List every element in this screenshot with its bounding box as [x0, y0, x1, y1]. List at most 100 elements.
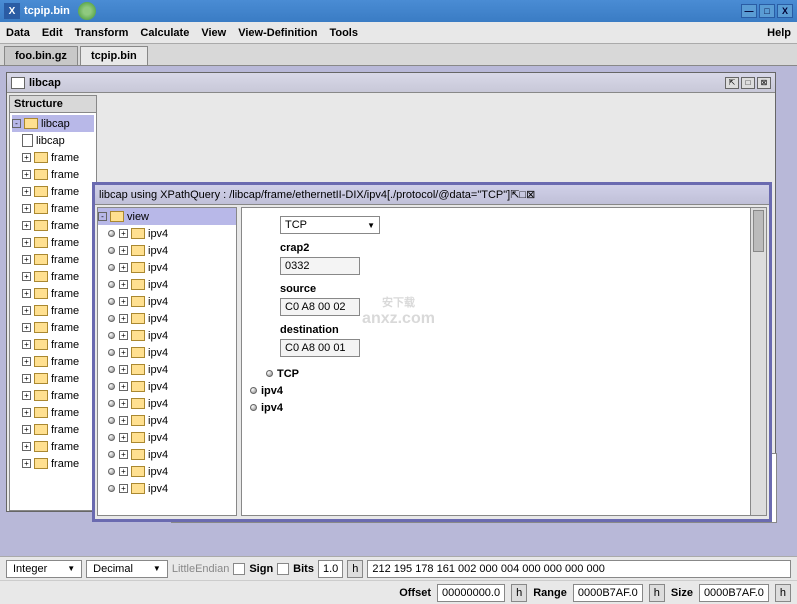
tree-frame-row[interactable]: +frame [12, 353, 94, 370]
tree-frame-row[interactable]: +frame [12, 455, 94, 472]
tree-frame-row[interactable]: +frame [12, 319, 94, 336]
tab-tcpip[interactable]: tcpip.bin [80, 46, 148, 65]
expand-toggle[interactable]: + [22, 459, 31, 468]
xpath-tree-ipv4-row[interactable]: +ipv4 [98, 446, 236, 463]
expand-toggle[interactable]: + [22, 204, 31, 213]
tree-frame-row[interactable]: +frame [12, 438, 94, 455]
format-combo[interactable]: Decimal ▼ [86, 560, 168, 578]
xpath-tree-ipv4-row[interactable]: +ipv4 [98, 242, 236, 259]
crap2-value[interactable]: 0332 [280, 257, 360, 275]
tree-frame-row[interactable]: +frame [12, 234, 94, 251]
expand-toggle[interactable]: + [119, 297, 128, 306]
libcap-titlebar[interactable]: libcap ⇱ □ ⊠ [7, 73, 775, 93]
close-inner-button[interactable]: ⊠ [526, 188, 535, 201]
tree-frame-row[interactable]: +frame [12, 217, 94, 234]
xpath-tree-ipv4-row[interactable]: +ipv4 [98, 293, 236, 310]
xpath-node-ipv4-a[interactable]: ipv4 [250, 382, 758, 399]
sign-checkbox[interactable] [277, 563, 289, 575]
expand-toggle[interactable]: + [22, 408, 31, 417]
xpath-tree-ipv4-row[interactable]: +ipv4 [98, 378, 236, 395]
expand-toggle[interactable]: + [22, 289, 31, 298]
tree-doc-libcap[interactable]: libcap [12, 132, 94, 149]
xpath-tree-ipv4-row[interactable]: +ipv4 [98, 276, 236, 293]
tree-frame-row[interactable]: +frame [12, 336, 94, 353]
menu-transform[interactable]: Transform [75, 27, 129, 39]
expand-toggle[interactable]: + [119, 331, 128, 340]
bits-input[interactable]: 1.0 [318, 560, 343, 578]
xpath-tree-ipv4-row[interactable]: +ipv4 [98, 412, 236, 429]
tree-root-libcap[interactable]: - libcap [12, 115, 94, 132]
menu-data[interactable]: Data [6, 27, 30, 39]
xpath-tree-ipv4-row[interactable]: +ipv4 [98, 395, 236, 412]
offset-input[interactable]: 00000000.0 [437, 584, 505, 602]
expand-toggle[interactable]: + [22, 391, 31, 400]
iconify-button[interactable]: ⇱ [510, 188, 519, 201]
size-input[interactable]: 0000B7AF.0 [699, 584, 769, 602]
xpath-tree-ipv4-row[interactable]: +ipv4 [98, 327, 236, 344]
minimize-button[interactable]: — [741, 4, 757, 18]
expand-toggle[interactable]: + [119, 484, 128, 493]
tab-foo[interactable]: foo.bin.gz [4, 46, 78, 65]
tree-frame-row[interactable]: +frame [12, 183, 94, 200]
iconify-button[interactable]: ⇱ [725, 77, 739, 89]
xpath-tree-ipv4-row[interactable]: +ipv4 [98, 429, 236, 446]
expand-toggle[interactable]: + [119, 467, 128, 476]
destination-value[interactable]: C0 A8 00 01 [280, 339, 360, 357]
expand-toggle[interactable]: + [22, 323, 31, 332]
expand-toggle[interactable]: + [119, 229, 128, 238]
expand-toggle[interactable]: + [22, 442, 31, 451]
tree-frame-row[interactable]: +frame [12, 404, 94, 421]
menu-tools[interactable]: Tools [329, 27, 358, 39]
xpath-tree-root[interactable]: - view [98, 208, 236, 225]
endian-checkbox[interactable] [233, 563, 245, 575]
expand-toggle[interactable]: - [12, 119, 21, 128]
tree-frame-row[interactable]: +frame [12, 149, 94, 166]
xpath-tree-ipv4-row[interactable]: +ipv4 [98, 344, 236, 361]
expand-toggle[interactable]: + [119, 416, 128, 425]
expand-toggle[interactable]: + [22, 374, 31, 383]
tree-frame-row[interactable]: +frame [12, 200, 94, 217]
close-inner-button[interactable]: ⊠ [757, 77, 771, 89]
tree-frame-row[interactable]: +frame [12, 421, 94, 438]
expand-toggle[interactable]: + [22, 425, 31, 434]
type-combo[interactable]: Integer ▼ [6, 560, 82, 578]
xpath-tree-ipv4-row[interactable]: +ipv4 [98, 225, 236, 242]
expand-toggle[interactable]: + [22, 187, 31, 196]
expand-toggle[interactable]: + [119, 348, 128, 357]
xpath-tree-ipv4-row[interactable]: +ipv4 [98, 463, 236, 480]
xpath-node-ipv4-b[interactable]: ipv4 [250, 399, 758, 416]
expand-toggle[interactable]: + [119, 246, 128, 255]
expand-toggle[interactable]: + [119, 382, 128, 391]
expand-toggle[interactable]: + [22, 255, 31, 264]
xpath-titlebar[interactable]: libcap using XPathQuery : /libcap/frame/… [95, 185, 769, 205]
expand-toggle[interactable]: + [22, 238, 31, 247]
expand-toggle[interactable]: + [119, 365, 128, 374]
menu-view-definition[interactable]: View-Definition [238, 27, 317, 39]
expand-toggle[interactable]: + [119, 280, 128, 289]
vertical-scrollbar[interactable] [750, 208, 766, 515]
max-button[interactable]: □ [741, 77, 755, 89]
max-button[interactable]: □ [519, 189, 526, 201]
tree-frame-row[interactable]: +frame [12, 268, 94, 285]
menu-view[interactable]: View [201, 27, 226, 39]
tree-frame-row[interactable]: +frame [12, 387, 94, 404]
xpath-node-tcp[interactable]: TCP [266, 365, 758, 382]
xpath-tree-ipv4-row[interactable]: +ipv4 [98, 361, 236, 378]
menu-help[interactable]: Help [767, 27, 791, 39]
expand-toggle[interactable]: - [98, 212, 107, 221]
expand-toggle[interactable]: + [119, 314, 128, 323]
expand-toggle[interactable]: + [22, 306, 31, 315]
tree-frame-row[interactable]: +frame [12, 166, 94, 183]
tree-frame-row[interactable]: +frame [12, 302, 94, 319]
tree-frame-row[interactable]: +frame [12, 251, 94, 268]
expand-toggle[interactable]: + [22, 357, 31, 366]
protocol-dropdown[interactable]: TCP ▼ [280, 216, 380, 234]
expand-toggle[interactable]: + [22, 221, 31, 230]
xpath-tree-ipv4-row[interactable]: +ipv4 [98, 259, 236, 276]
expand-toggle[interactable]: + [22, 153, 31, 162]
expand-toggle[interactable]: + [119, 450, 128, 459]
menu-calculate[interactable]: Calculate [140, 27, 189, 39]
source-value[interactable]: C0 A8 00 02 [280, 298, 360, 316]
range-input[interactable]: 0000B7AF.0 [573, 584, 643, 602]
tree-frame-row[interactable]: +frame [12, 285, 94, 302]
